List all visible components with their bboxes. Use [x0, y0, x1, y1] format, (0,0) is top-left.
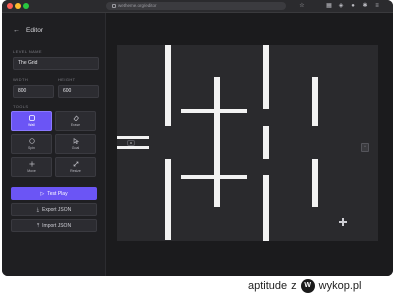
wall-segment[interactable] [181, 109, 247, 113]
tool-move[interactable]: Move [11, 157, 52, 177]
tool-label: Move [27, 169, 36, 173]
move-icon [28, 161, 35, 167]
spawn-marker[interactable] [127, 140, 135, 146]
square-icon [28, 115, 35, 121]
tool-grid: Wall Erase Spin Goal Move Resize [11, 111, 97, 177]
maximize-window-dot[interactable] [23, 3, 29, 9]
tool-label: Spin [27, 146, 35, 150]
tool-label: Wall [28, 123, 35, 127]
watermark-separator: z [291, 280, 297, 292]
lock-icon [112, 3, 116, 8]
import-json-label: Import JSON [42, 222, 72, 229]
wall-segment[interactable] [312, 159, 318, 207]
tool-erase[interactable]: Erase [55, 111, 96, 131]
address-text: wetheme.org/editor [118, 3, 157, 8]
play-icon: ▷ [40, 190, 45, 197]
height-label: HEIGHT [58, 77, 76, 82]
level-canvas[interactable] [117, 45, 378, 241]
pointer-icon [73, 138, 79, 144]
tools-label: TOOLS [13, 104, 29, 109]
sidebar-header: ← Editor [13, 25, 43, 35]
wall-segment[interactable] [263, 45, 269, 109]
tool-label: Erase [70, 123, 81, 127]
width-label: WIDTH [13, 77, 29, 82]
profile-icon[interactable]: ● [349, 2, 357, 10]
move-cursor-icon [339, 218, 347, 226]
tool-resize[interactable]: Resize [55, 157, 96, 177]
watermark: aptitude z W wykop.pl [248, 278, 361, 294]
test-play-button[interactable]: ▷ Test Play [11, 187, 97, 200]
height-input[interactable]: 600 [58, 85, 99, 98]
wall-segment[interactable] [181, 175, 247, 179]
export-json-label: Export JSON [42, 206, 72, 213]
bookmark-icon[interactable]: ☆ [298, 2, 306, 10]
tool-label: Goal [71, 146, 80, 150]
export-json-button[interactable]: ⤓ Export JSON [11, 203, 97, 216]
wall-segment[interactable] [263, 126, 269, 159]
arrow-left-icon[interactable]: ← [13, 27, 20, 34]
width-input[interactable]: 800 [13, 85, 54, 98]
close-window-dot[interactable] [7, 3, 13, 9]
minimize-window-dot[interactable] [15, 3, 21, 9]
goal-marker[interactable]: ▫ [361, 143, 369, 152]
watermark-user: aptitude [248, 280, 288, 292]
address-bar[interactable]: wetheme.org/editor [106, 2, 286, 10]
wall-segment[interactable] [117, 136, 149, 139]
wall-segment[interactable] [165, 45, 171, 126]
circle-icon [28, 138, 35, 144]
tool-spin[interactable]: Spin [11, 134, 52, 154]
tool-goal[interactable]: Goal [55, 134, 96, 154]
menu-icon[interactable]: ≡ [373, 2, 381, 10]
watermark-site: wykop.pl [318, 280, 362, 292]
upload-icon: ⤒ [36, 222, 40, 229]
wykop-logo-icon: W [300, 279, 315, 293]
extension-icon[interactable]: ▦ [325, 2, 333, 10]
browser-toolbar: wetheme.org/editor ☆ ▦ ◈ ● ✱ ≡ [2, 0, 393, 13]
extension-puzzle-icon[interactable]: ✱ [361, 2, 369, 10]
sidebar-title: Editor [26, 26, 43, 34]
wall-segment[interactable] [312, 77, 318, 126]
wall-segment[interactable] [165, 159, 171, 240]
wall-segment[interactable] [263, 175, 269, 241]
download-icon: ⤓ [36, 206, 40, 213]
test-play-label: Test Play [47, 190, 68, 197]
level-name-label: LEVEL NAME [13, 49, 42, 54]
wall-segment[interactable] [117, 146, 149, 149]
tool-label: Resize [70, 169, 81, 173]
resize-icon [73, 161, 78, 167]
tool-wall[interactable]: Wall [11, 111, 52, 131]
wall-segment[interactable] [214, 77, 220, 207]
level-name-input[interactable]: The Grid [13, 57, 99, 70]
eraser-icon [73, 115, 79, 121]
shield-icon[interactable]: ◈ [337, 2, 345, 10]
import-json-button[interactable]: ⤒ Import JSON [11, 219, 97, 232]
